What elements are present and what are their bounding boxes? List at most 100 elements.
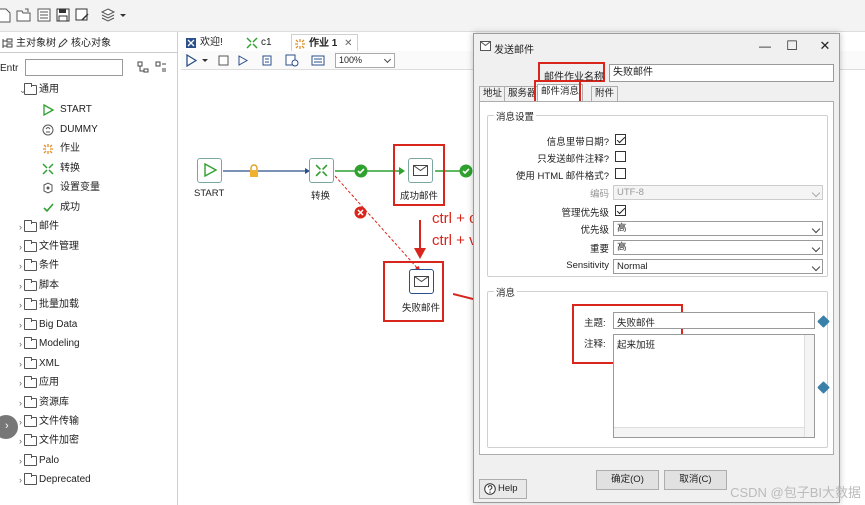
job-icon bbox=[43, 144, 53, 154]
tree-item-mail[interactable]: › 邮件 bbox=[19, 218, 59, 236]
importance-label: 重要 bbox=[589, 244, 609, 255]
cancel-button[interactable]: 取消(C) bbox=[664, 470, 727, 490]
tab-attachments[interactable]: 附件 bbox=[591, 86, 619, 101]
minimize-icon[interactable]: — bbox=[758, 39, 772, 53]
group-title: 消息设置 bbox=[494, 109, 537, 123]
manage-priority-label: 管理优先级 bbox=[561, 208, 609, 219]
tab-job-1[interactable]: 作业 1 ✕ bbox=[291, 34, 358, 51]
zoom-select[interactable]: 100% bbox=[335, 53, 395, 68]
tree-item-success[interactable]: 成功 bbox=[43, 199, 80, 217]
subject-input[interactable]: 失败邮件 bbox=[613, 312, 815, 329]
divider bbox=[0, 52, 178, 53]
folder-icon bbox=[24, 337, 37, 349]
date-in-message-checkbox[interactable] bbox=[615, 134, 626, 145]
tree-item-dummy[interactable]: DUMMY bbox=[42, 121, 98, 139]
comment-value: 起来加班 bbox=[617, 340, 656, 351]
node-success-mail[interactable] bbox=[408, 158, 433, 183]
textarea-scrollbar[interactable] bbox=[804, 335, 814, 437]
node-transform[interactable] bbox=[309, 158, 334, 183]
expand-all-icon[interactable] bbox=[137, 61, 149, 73]
sensitivity-label: Sensitivity bbox=[566, 260, 609, 271]
tab-main-tree[interactable]: 主对象树 bbox=[0, 35, 56, 52]
filter-label: Entr bbox=[0, 63, 19, 74]
only-comment-label: 只发送邮件注释? bbox=[537, 154, 609, 165]
save-as-icon[interactable] bbox=[74, 7, 90, 23]
importance-value: 高 bbox=[617, 242, 627, 253]
tree-item-label: 文件管理 bbox=[39, 241, 79, 252]
preview-icon[interactable] bbox=[237, 54, 249, 67]
tree-item-palo[interactable]: › Palo bbox=[19, 452, 59, 470]
explore-repository-icon[interactable] bbox=[36, 7, 52, 23]
priority-select[interactable]: 高 bbox=[613, 221, 823, 236]
tree-item-general[interactable]: ⌄ 通用 bbox=[19, 81, 59, 99]
tree-item-repository[interactable]: › 资源库 bbox=[19, 394, 69, 412]
tree-item-file-encryption[interactable]: › 文件加密 bbox=[19, 432, 79, 450]
layers-icon[interactable] bbox=[100, 7, 116, 23]
tree-item-bulk-load[interactable]: › 批量加载 bbox=[19, 296, 79, 314]
annotation-paste: ctrl + v bbox=[432, 232, 477, 249]
manage-priority-checkbox[interactable] bbox=[615, 205, 626, 216]
replay-icon[interactable] bbox=[261, 54, 273, 67]
tree-item-deprecated[interactable]: › Deprecated bbox=[19, 471, 91, 489]
tree-item-label: START bbox=[60, 104, 92, 115]
tree-item-job[interactable]: 作业 bbox=[43, 140, 80, 158]
panel-collapse-handle[interactable]: › bbox=[0, 415, 18, 439]
tab-core-objects[interactable]: 核心对象 bbox=[55, 35, 111, 52]
date-in-message-label: 信息里带日期? bbox=[546, 137, 609, 148]
textarea-hscrollbar[interactable] bbox=[614, 427, 804, 437]
node-start[interactable] bbox=[197, 158, 222, 183]
importance-select[interactable]: 高 bbox=[613, 240, 823, 255]
tree-item-xml[interactable]: › XML bbox=[19, 355, 60, 373]
chevron-down-icon[interactable] bbox=[201, 54, 209, 67]
comment-label: 注释: bbox=[584, 339, 606, 350]
tab-job-1-label: 作业 1 bbox=[309, 38, 338, 49]
tab-welcome[interactable]: 欢迎! bbox=[183, 34, 223, 51]
transform-icon bbox=[315, 164, 328, 177]
check-icon[interactable] bbox=[285, 54, 299, 67]
sql-icon[interactable] bbox=[311, 54, 325, 67]
close-icon[interactable]: ✕ bbox=[344, 38, 352, 49]
node-success-mail-label: 成功邮件 bbox=[400, 191, 439, 202]
stop-icon[interactable] bbox=[217, 54, 229, 67]
help-button[interactable]: Help bbox=[479, 479, 527, 499]
set-variable-icon bbox=[43, 182, 53, 194]
chevron-down-icon[interactable] bbox=[118, 7, 128, 23]
collapse-all-icon[interactable] bbox=[155, 61, 167, 73]
tab-c1[interactable]: c1 bbox=[244, 34, 272, 51]
sensitivity-select[interactable]: Normal bbox=[613, 259, 823, 274]
new-file-icon[interactable] bbox=[0, 7, 12, 23]
run-icon[interactable] bbox=[185, 54, 197, 67]
folder-icon bbox=[24, 357, 37, 369]
tree-item-scripts[interactable]: › 脚本 bbox=[19, 277, 59, 295]
tree-item-conditions[interactable]: › 条件 bbox=[19, 257, 59, 275]
save-icon[interactable] bbox=[55, 7, 71, 23]
tree-item-start[interactable]: START bbox=[43, 101, 92, 119]
tree-item-transform[interactable]: 转换 bbox=[42, 160, 80, 178]
tree-item-big-data[interactable]: › Big Data bbox=[19, 316, 77, 334]
tab-address[interactable]: 地址 bbox=[479, 86, 507, 101]
tree-item-modeling[interactable]: › Modeling bbox=[19, 335, 80, 353]
mail-job-name-input[interactable]: 失败邮件 bbox=[609, 64, 834, 82]
folder-icon bbox=[24, 259, 37, 271]
comment-textarea[interactable]: 起来加班 bbox=[613, 334, 815, 438]
html-format-label: 使用 HTML 邮件格式? bbox=[515, 171, 609, 182]
maximize-icon[interactable]: ☐ bbox=[785, 39, 799, 53]
tree-item-label: 文件传输 bbox=[39, 416, 79, 427]
tree-item-file-management[interactable]: › 文件管理 bbox=[19, 238, 79, 256]
transform-icon bbox=[42, 163, 54, 175]
only-comment-checkbox[interactable] bbox=[615, 151, 626, 162]
ok-button[interactable]: 确定(O) bbox=[596, 470, 659, 490]
tree-item-file-transfer[interactable]: › 文件传输 bbox=[19, 413, 79, 431]
open-folder-icon[interactable] bbox=[16, 7, 32, 23]
left-panel: 主对象树 核心对象 Entr ⌄ 通用 START DUMMY 作业 转换 设置… bbox=[0, 32, 178, 505]
close-icon[interactable]: ✕ bbox=[818, 39, 832, 53]
chevron-down-icon bbox=[811, 224, 821, 234]
filter-input[interactable] bbox=[25, 59, 123, 76]
dialog-title: 发送邮件 bbox=[494, 45, 534, 56]
tree-item-set-variable[interactable]: 设置变量 bbox=[43, 179, 100, 197]
tree-item-applications[interactable]: › 应用 bbox=[19, 374, 59, 392]
node-fail-mail[interactable] bbox=[409, 269, 434, 294]
html-format-checkbox[interactable] bbox=[615, 168, 626, 179]
folder-icon bbox=[24, 434, 37, 446]
help-icon bbox=[484, 483, 496, 495]
